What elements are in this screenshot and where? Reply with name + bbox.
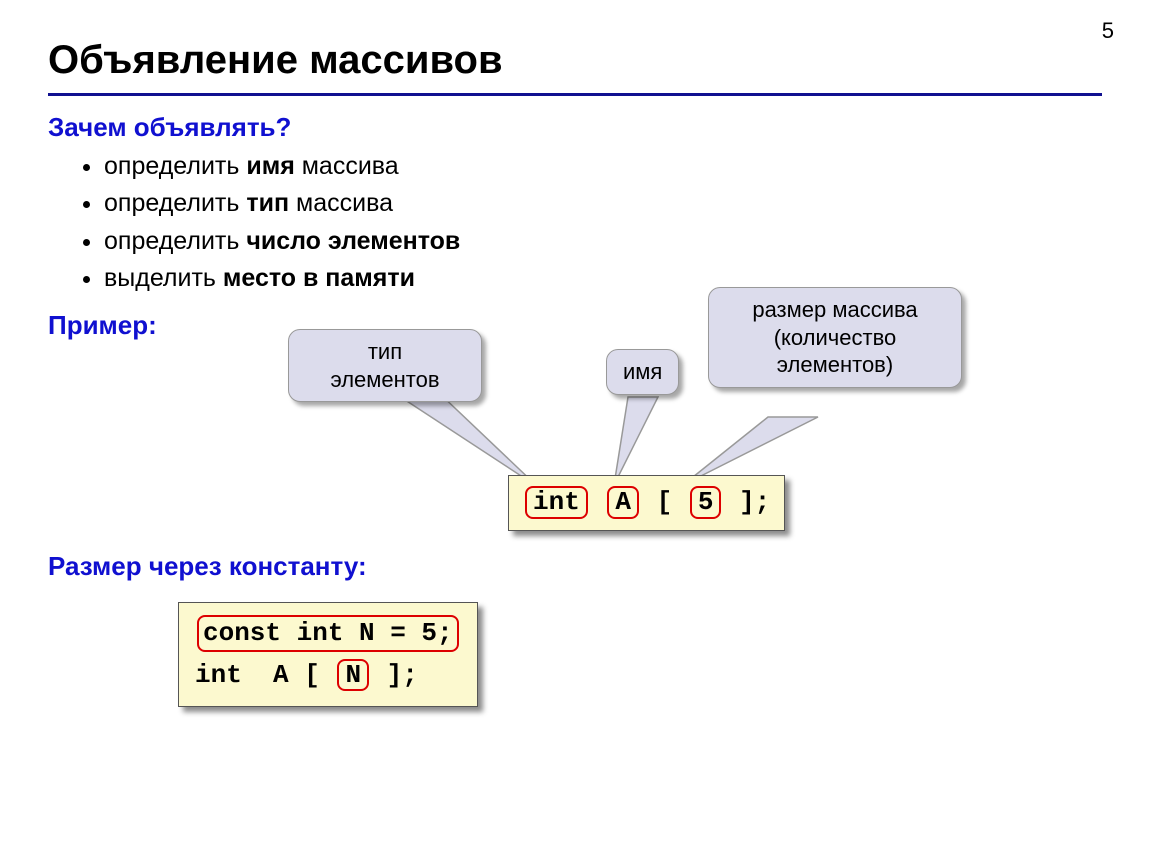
callout-text: размер массива (количество элементов) — [752, 297, 917, 377]
text: определить — [104, 189, 246, 217]
code-token-int: int — [525, 486, 588, 519]
list-item: определить число элементов — [104, 226, 1102, 257]
section-why-heading: Зачем объявлять? — [48, 112, 1102, 143]
text-bold: место в памяти — [223, 264, 415, 292]
callout-name: имя — [606, 349, 679, 395]
callout-size: размер массива (количество элементов) — [708, 287, 962, 388]
text-bold: имя — [246, 152, 294, 180]
list-item: определить имя массива — [104, 151, 1102, 182]
text-bold: тип — [246, 189, 289, 217]
text: определить — [104, 152, 246, 180]
text-bold: число элементов — [246, 227, 460, 255]
code-token-lbracket: [ — [657, 487, 673, 517]
code-box: int A [ 5 ]; — [508, 475, 785, 531]
code-box: const int N = 5; int A [ N ]; — [178, 602, 478, 707]
callout-text: тип элементов — [330, 339, 439, 392]
code-token-N: N — [337, 659, 369, 692]
code-line-const: const int N = 5; — [197, 615, 459, 652]
slide: 5 Объявление массивов Зачем объявлять? о… — [0, 0, 1150, 864]
code-token-name: A — [607, 486, 639, 519]
text: массива — [295, 152, 399, 180]
callout-type: тип элементов — [288, 329, 482, 402]
callout-text: имя — [623, 359, 662, 384]
slide-title: Объявление массивов — [48, 38, 1102, 96]
code-line-suffix: ]; — [371, 660, 418, 690]
code-example-2: const int N = 5; int A [ N ]; — [178, 602, 1102, 707]
list-item: определить тип массива — [104, 188, 1102, 219]
why-list: определить имя массива определить тип ма… — [104, 151, 1102, 294]
text: определить — [104, 227, 246, 255]
code-line-prefix: int A [ — [195, 660, 335, 690]
code-token-size: 5 — [690, 486, 722, 519]
text: массива — [289, 189, 393, 217]
page-number: 5 — [1102, 18, 1114, 44]
example-diagram: тип элементов имя размер массива (количе… — [208, 317, 1102, 527]
code-example-1: int A [ 5 ]; — [508, 475, 785, 531]
text: выделить — [104, 264, 223, 292]
section-const-heading: Размер через константу: — [48, 551, 1102, 582]
code-token-rbracket: ]; — [739, 487, 770, 517]
